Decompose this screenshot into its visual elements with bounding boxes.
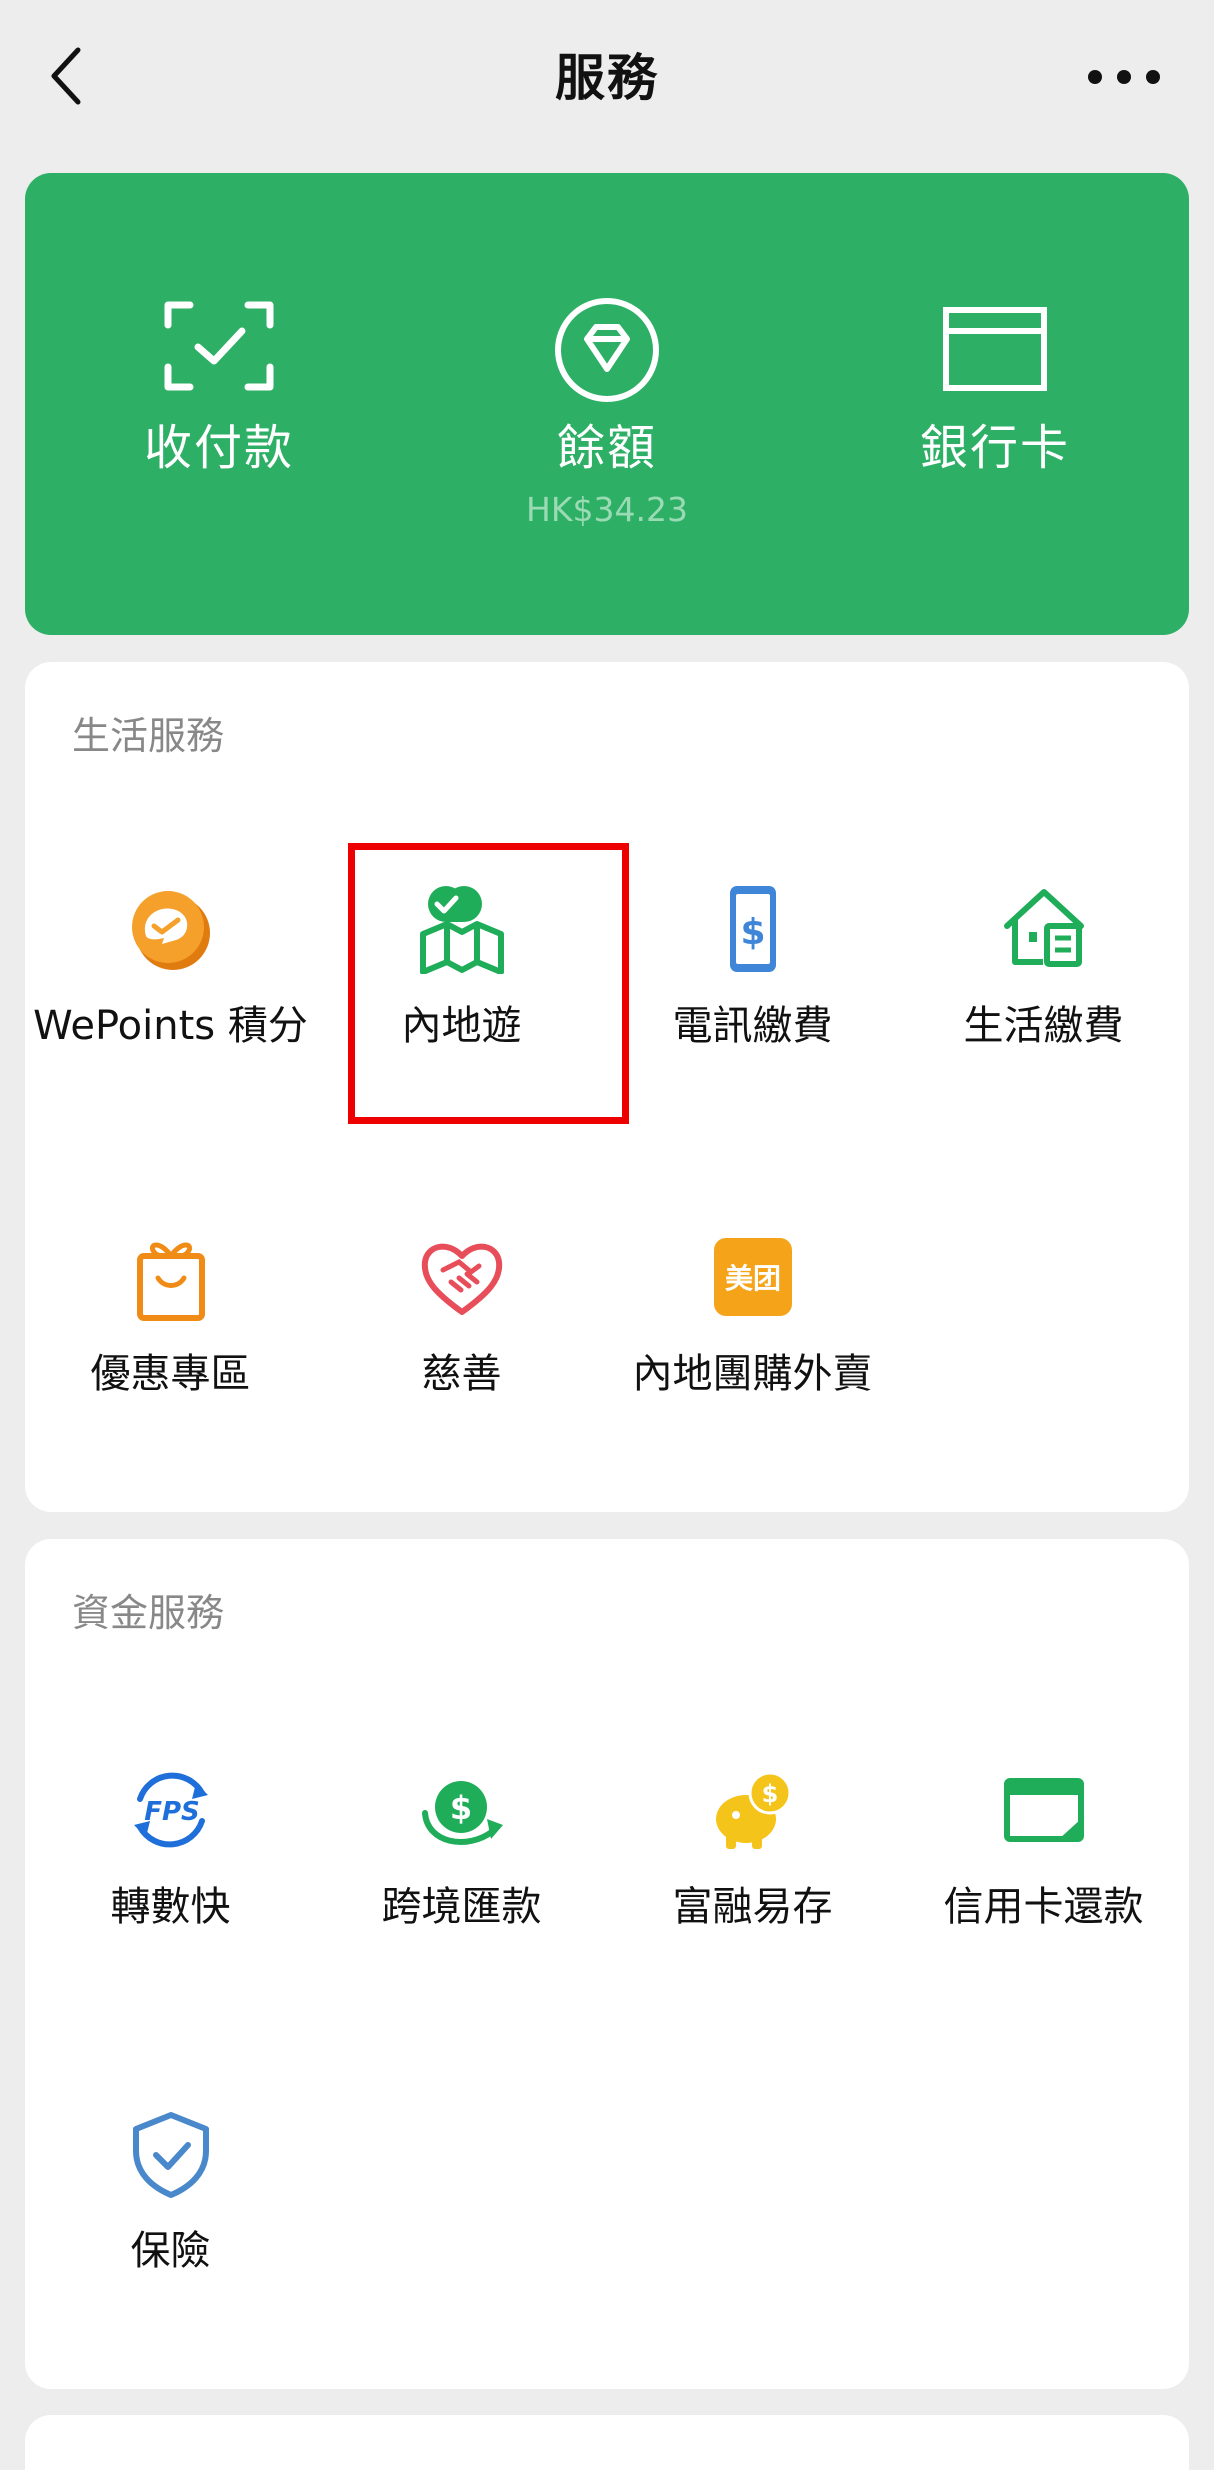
balance-amount: HK$34.23 (526, 490, 688, 529)
service-offers[interactable]: 優惠專區 (25, 1232, 316, 1432)
service-label: 電訊繳費 (672, 1003, 833, 1049)
service-utility-bill[interactable]: 生活繳費 (898, 884, 1189, 1084)
meituan-icon: 美团 (713, 1238, 792, 1316)
service-credit-card-repay[interactable]: 信用卡還款 (898, 1765, 1189, 1965)
more-options-button[interactable] (1088, 64, 1160, 90)
page-title: 服務 (555, 49, 659, 107)
wepoints-icon (131, 891, 210, 970)
wallet-item-payments[interactable]: 收付款 (25, 173, 413, 635)
service-cross-border[interactable]: $ 跨境匯款 (316, 1765, 607, 1965)
service-label: 優惠專區 (90, 1351, 251, 1397)
fps-icon: FPS (133, 1772, 208, 1848)
heart-handshake-icon (421, 1243, 502, 1315)
service-deposit[interactable]: $ 富融易存 (607, 1765, 898, 1965)
phone-dollar-icon: $ (729, 886, 776, 972)
next-panel (25, 2415, 1189, 2470)
service-insurance[interactable]: 保險 (25, 2109, 316, 2309)
svg-text:$: $ (740, 912, 765, 953)
service-label: 富融易存 (672, 1884, 833, 1930)
cross-border-icon: $ (421, 1781, 503, 1845)
nav-bar: 服務 (0, 0, 1214, 156)
service-fps[interactable]: FPS 轉數快 (25, 1765, 316, 1965)
service-label: WePoints 積分 (33, 1003, 308, 1049)
service-label: 轉數快 (110, 1884, 231, 1930)
service-telecom-bill[interactable]: $ 電訊繳費 (607, 884, 898, 1084)
credit-card-icon (1003, 1778, 1084, 1842)
wallet-label: 銀行卡 (919, 420, 1070, 476)
svg-text:FPS: FPS (144, 1797, 200, 1827)
svg-text:$: $ (449, 1789, 471, 1827)
highlight-box (348, 843, 629, 1124)
dot-icon (1146, 70, 1160, 84)
wallet-item-balance[interactable]: 餘額 HK$34.23 (413, 173, 801, 635)
shield-check-icon (132, 2112, 209, 2198)
wallet-label: 餘額 (556, 420, 657, 476)
service-label: 信用卡還款 (943, 1884, 1144, 1930)
bank-card-icon (943, 307, 1047, 391)
service-label: 跨境匯款 (381, 1884, 542, 1930)
section-title: 資金服務 (72, 1591, 225, 1635)
dot-icon (1088, 70, 1102, 84)
service-meituan[interactable]: 美团 內地團購外賣 (607, 1232, 898, 1432)
service-label: 內地團購外賣 (632, 1351, 873, 1397)
life-services-panel: 生活服務 WePoints 積分 內地遊 $ 電訊繳費 生活繳費 優惠專區 慈善… (25, 662, 1189, 1512)
piggy-bank-icon: $ (715, 1771, 791, 1849)
section-title: 生活服務 (72, 714, 225, 758)
scan-check-icon (164, 301, 274, 391)
services-page: 服務 收付款 餘額 HK$34.23 銀行卡 生活服務 WePoints 積分 … (0, 0, 1214, 2470)
wallet-label: 收付款 (143, 420, 294, 476)
wallet-item-bank-card[interactable]: 銀行卡 (801, 173, 1189, 635)
house-bill-icon (1003, 889, 1084, 967)
service-label: 保險 (130, 2228, 211, 2274)
svg-text:美团: 美团 (724, 1262, 780, 1295)
diamond-icon (555, 298, 659, 402)
gift-bag-icon (136, 1242, 205, 1321)
service-label: 生活繳費 (963, 1003, 1124, 1049)
dot-icon (1117, 70, 1131, 84)
service-charity[interactable]: 慈善 (316, 1232, 607, 1432)
wallet-card: 收付款 餘額 HK$34.23 銀行卡 (25, 173, 1189, 635)
fund-services-panel: 資金服務 FPS 轉數快 $ 跨境匯款 $ 富融易存 信用卡還款 保險 (25, 1539, 1189, 2389)
service-label: 慈善 (421, 1351, 502, 1397)
svg-text:$: $ (761, 1780, 778, 1808)
service-wepoints[interactable]: WePoints 積分 (25, 884, 316, 1084)
